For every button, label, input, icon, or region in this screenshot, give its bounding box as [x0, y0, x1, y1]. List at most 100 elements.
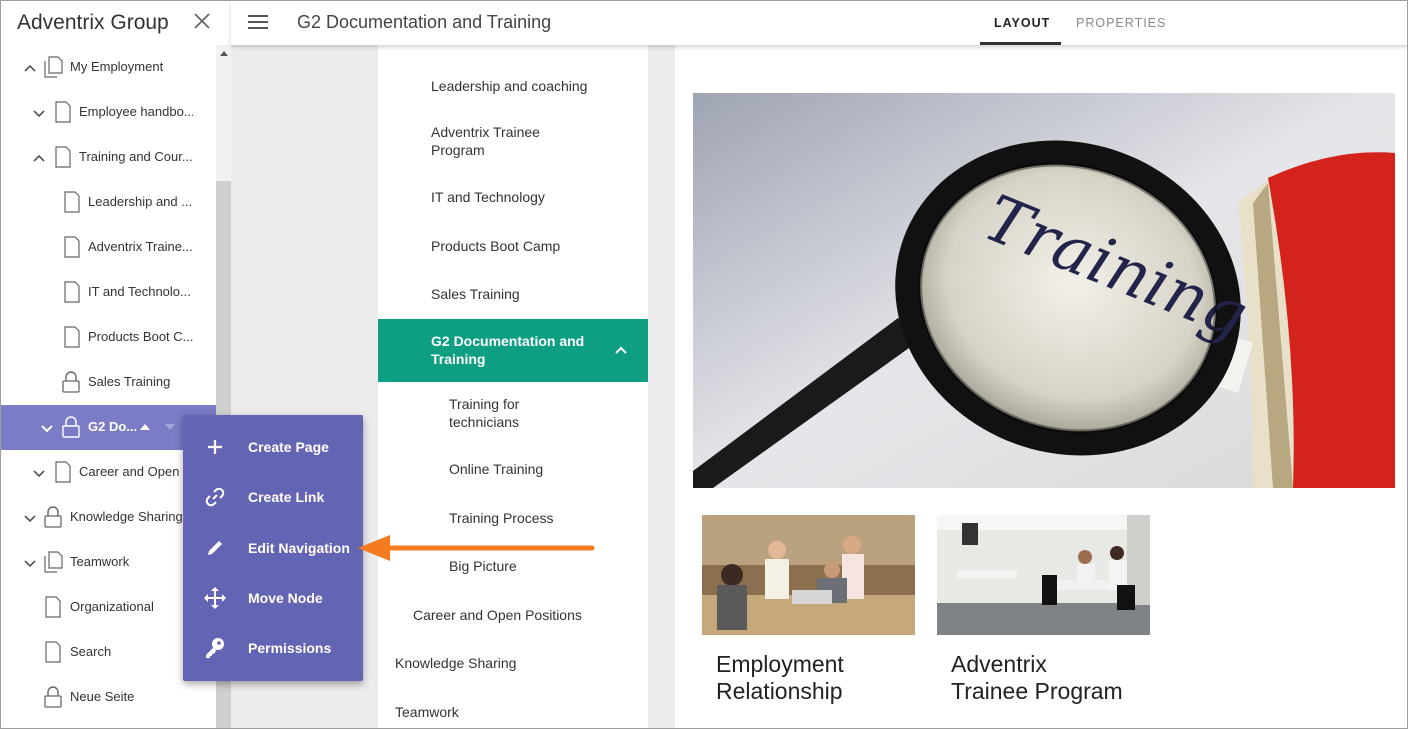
lock-icon — [62, 416, 80, 438]
tree-item-sales-training[interactable]: Sales Training — [1, 360, 216, 405]
canvas-gutter-right — [648, 45, 675, 728]
nav-item-teamwork[interactable]: Teamwork — [395, 703, 459, 721]
nav-item-career[interactable]: Career and Open Positions — [413, 606, 582, 624]
page-icon — [55, 101, 71, 123]
nav-item-products-boot-camp[interactable]: Products Boot Camp — [431, 237, 560, 255]
tree-item-label: Teamwork — [70, 554, 130, 569]
page-icon — [64, 236, 80, 258]
tab-properties[interactable]: PROPERTIES — [1076, 16, 1166, 30]
nav-item-sales-training[interactable]: Sales Training — [431, 285, 520, 303]
tree-item-my-employment[interactable]: My Employment — [1, 45, 216, 90]
tree-item-adventrix-trainee[interactable]: Adventrix Traine... — [1, 225, 216, 270]
menu-item-label: Create Page — [248, 439, 329, 455]
node-context-menu: Create Page Create Link Edit Navigation … — [183, 415, 363, 681]
annotation-arrow — [358, 535, 595, 561]
app-title: Adventrix Group — [17, 11, 169, 34]
tree-item-label: Employee handbo... — [79, 104, 193, 119]
tree-item-leadership[interactable]: Leadership and ... — [1, 180, 216, 225]
tree-header: Adventrix Group — [1, 1, 231, 45]
active-tab-indicator — [980, 42, 1061, 45]
tree-item-label: Career and Open ... — [79, 464, 193, 479]
nav-item-label: G2 Documentation and Training — [431, 333, 585, 367]
tree-item-label: My Employment — [70, 59, 164, 74]
chevron-down-icon[interactable] — [32, 466, 46, 480]
tree-item-it-and-technology[interactable]: IT and Technolo... — [1, 270, 216, 315]
card-title-trainee[interactable]: Adventrix Trainee Program — [951, 651, 1123, 705]
nav-item-g2-documentation[interactable]: G2 Documentation and Training — [378, 319, 648, 382]
plus-icon — [208, 440, 222, 454]
page-icon — [45, 596, 61, 618]
tree-item-label: Search — [70, 644, 112, 659]
pages-icon — [44, 551, 63, 573]
menu-item-create-link[interactable]: Create Link — [183, 472, 363, 522]
tree-item-label: Training and Cour... — [79, 149, 193, 164]
card-title-line: Relationship — [716, 678, 843, 704]
menu-item-label: Permissions — [248, 640, 332, 656]
app-window: Adventrix Group My Employment Employee h… — [0, 0, 1408, 729]
menu-item-permissions[interactable]: Permissions — [183, 623, 363, 673]
lock-icon — [44, 506, 62, 528]
chevron-down-icon[interactable] — [32, 106, 46, 120]
menu-item-label: Edit Navigation — [248, 540, 350, 556]
nav-item-training-technicians[interactable]: Training for technicians — [449, 395, 559, 431]
tree-item-label: Knowledge Sharing — [70, 509, 183, 524]
page-icon — [64, 191, 80, 213]
card-image-trainee[interactable] — [937, 515, 1150, 635]
nav-item-adventrix-trainee[interactable]: Adventrix Trainee Program — [431, 123, 581, 159]
tree-item-label: Leadership and ... — [88, 194, 193, 209]
move-up-icon[interactable] — [139, 422, 151, 432]
nav-item-training-process[interactable]: Training Process — [449, 509, 554, 527]
menu-icon[interactable] — [248, 15, 268, 31]
link-icon — [205, 487, 225, 507]
chevron-up-icon[interactable] — [32, 151, 46, 165]
nav-item-leadership[interactable]: Leadership and coaching — [431, 77, 587, 95]
pages-icon — [44, 56, 63, 78]
lock-icon — [44, 686, 62, 708]
chevron-down-icon[interactable] — [23, 511, 37, 525]
card-image-employment[interactable] — [702, 515, 915, 635]
tree-item-label: Products Boot C... — [88, 329, 193, 344]
page-title: G2 Documentation and Training — [297, 12, 552, 32]
menu-item-create-page[interactable]: Create Page — [183, 422, 363, 472]
tree-item-training-and-courses[interactable]: Training and Cour... — [1, 135, 216, 180]
pencil-icon — [208, 541, 222, 555]
tree-item-label: G2 Do... — [88, 419, 138, 434]
tree-item-label: Sales Training — [88, 374, 171, 389]
card-title-line: Employment — [716, 651, 844, 677]
top-bar: G2 Documentation and Training LAYOUT PRO… — [231, 1, 1407, 45]
tree-item-label: Adventrix Traine... — [88, 239, 193, 254]
tree-item-employee-handbook[interactable]: Employee handbo... — [1, 90, 216, 135]
tree-item-products-boot-camp[interactable]: Products Boot C... — [1, 315, 216, 360]
card-title-line: Adventrix — [951, 651, 1047, 677]
page-icon — [64, 281, 80, 303]
tab-layout[interactable]: LAYOUT — [994, 16, 1050, 30]
close-icon[interactable] — [191, 10, 213, 32]
card-title-line: Trainee Program — [951, 678, 1123, 704]
tree-item-label: IT and Technolo... — [88, 284, 191, 299]
tree-item-neue-seite[interactable]: Neue Seite — [1, 675, 216, 720]
menu-item-label: Move Node — [248, 590, 323, 606]
scroll-up-arrow-icon[interactable] — [220, 51, 228, 56]
page-icon — [45, 641, 61, 663]
page-icon — [55, 146, 71, 168]
nav-item-knowledge-sharing[interactable]: Knowledge Sharing — [395, 654, 516, 672]
move-down-icon[interactable] — [164, 422, 176, 432]
nav-item-online-training[interactable]: Online Training — [449, 460, 543, 478]
nav-item-it-technology[interactable]: IT and Technology — [431, 188, 545, 206]
page-icon — [55, 461, 71, 483]
hero-image[interactable]: Training — [693, 93, 1395, 488]
card-title-employment[interactable]: Employment Relationship — [716, 651, 844, 705]
page-icon — [64, 326, 80, 348]
chevron-down-icon[interactable] — [40, 421, 54, 435]
tree-item-label: Neue Seite — [70, 689, 135, 704]
menu-item-move-node[interactable]: Move Node — [183, 573, 363, 623]
move-icon — [204, 587, 226, 609]
chevron-up-icon[interactable] — [23, 61, 37, 75]
tree-item-label: Organizational — [70, 599, 154, 614]
menu-item-label: Create Link — [248, 489, 325, 505]
lock-icon — [62, 371, 80, 393]
chevron-up-icon[interactable] — [614, 343, 628, 357]
menu-item-edit-navigation[interactable]: Edit Navigation — [183, 523, 363, 573]
key-icon — [206, 638, 224, 658]
chevron-down-icon[interactable] — [23, 556, 37, 570]
